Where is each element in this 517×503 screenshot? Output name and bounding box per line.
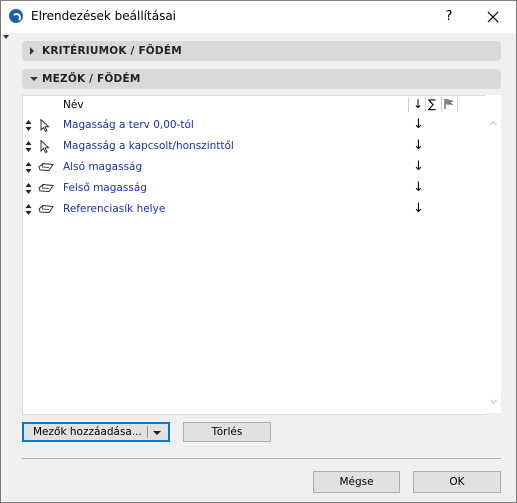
title-bar: Elrendezések beállításai ? [1,1,516,33]
field-row[interactable]: Magasság a kapcsolt/honszinttől ↓ [23,136,486,157]
field-row[interactable]: Magasság a terv 0,00-tól ↓ [23,115,486,136]
cursor-arrow-icon [40,119,50,132]
cancel-button[interactable]: Mégse [313,471,400,493]
section-criteria-label: KRITÉRIUMOK / FÖDÉM [42,45,182,57]
flag-icon[interactable] [443,98,455,110]
column-divider [457,97,458,112]
pin-icon[interactable] [3,35,9,39]
window-title: Elrendezések beállításai [31,9,177,23]
field-row[interactable]: Referenciasík helye ↓ [23,199,486,220]
section-criteria[interactable]: KRITÉRIUMOK / FÖDÉM [22,41,501,61]
sort-direction-icon[interactable]: ↓ [413,201,424,216]
sort-direction-icon[interactable]: ↓ [413,138,424,153]
vertical-scrollbar[interactable] [486,95,501,413]
chevron-down-icon [30,77,38,81]
column-divider [408,97,409,112]
slab-tag-icon [38,163,54,171]
sort-direction-icon[interactable]: ↓ [413,117,424,132]
sort-direction-icon[interactable]: ↓ [413,180,424,195]
field-label: Felső magasság [63,182,147,194]
help-button[interactable]: ? [437,7,461,27]
section-fields[interactable]: MEZŐK / FÖDÉM [22,69,501,89]
field-label: Referenciasík helye [63,203,166,215]
help-icon: ? [445,9,453,24]
add-fields-button[interactable]: Mezők hozzáadása... [22,422,170,442]
add-fields-label: Mezők hozzáadása... [33,426,142,438]
column-divider [425,97,426,112]
sort-column-header[interactable]: ↓ [413,97,423,111]
chevron-down-icon[interactable] [490,398,497,405]
field-label: Magasság a kapcsolt/honszinttől [63,140,234,152]
drag-handle-icon[interactable] [25,119,32,132]
delete-button[interactable]: Törlés [183,422,271,442]
drag-handle-icon[interactable] [25,140,32,153]
split-divider [147,426,148,438]
drag-handle-icon[interactable] [25,182,32,195]
column-divider [441,97,442,112]
fields-list[interactable]: Név ↓ ∑ Magasság a terv 0,00-tól ↓ Magas… [22,95,487,415]
chevron-up-icon[interactable] [490,120,497,127]
field-label: Magasság a terv 0,00-tól [63,119,194,131]
field-row[interactable]: Alsó magasság ↓ [23,157,486,178]
close-button[interactable] [479,7,507,27]
close-icon [487,11,499,23]
section-fields-label: MEZŐK / FÖDÉM [42,73,141,85]
drag-handle-icon[interactable] [25,203,32,216]
slab-tag-icon [38,184,54,192]
dropdown-arrow-icon[interactable] [153,431,161,435]
field-row[interactable]: Felső magasság ↓ [23,178,486,199]
footer-divider [22,458,501,459]
field-label: Alsó magasság [63,161,143,173]
sort-direction-icon[interactable]: ↓ [413,159,424,174]
dialog-window: Elrendezések beállításai ? KRITÉRIUMOK /… [0,0,517,503]
ok-button[interactable]: OK [413,471,501,493]
fields-list-header: Név ↓ ∑ [23,96,486,113]
archicad-logo-icon [9,9,23,23]
cursor-arrow-icon [40,140,50,153]
column-name-header[interactable]: Név [63,99,84,111]
drag-handle-icon[interactable] [25,161,32,174]
chevron-right-icon [30,47,34,55]
slab-tag-icon [38,205,54,213]
sum-column-header[interactable]: ∑ [428,97,436,111]
